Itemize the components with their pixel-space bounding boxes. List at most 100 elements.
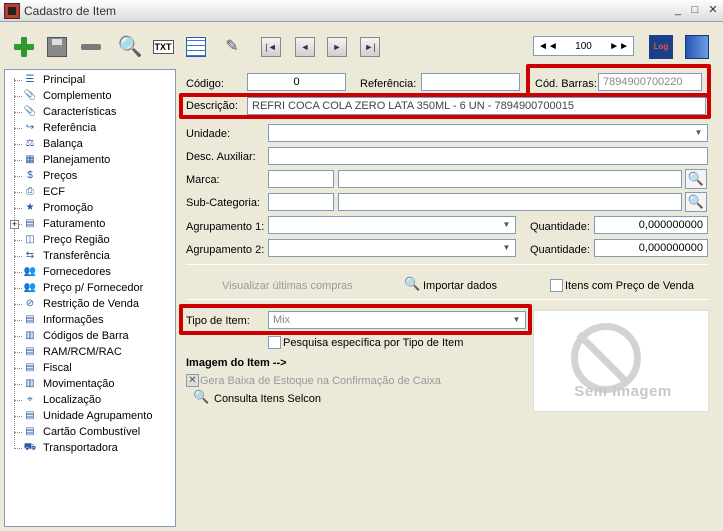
exit-button[interactable]: [684, 34, 710, 60]
tree-item-label: Promoção: [43, 202, 94, 214]
tree-connector: [14, 80, 22, 81]
chevron-down-icon[interactable]: ▼: [691, 126, 706, 140]
tree-connector: [14, 352, 22, 353]
descricao-field[interactable]: REFRI COCA COLA ZERO LATA 350ML - 6 UN -…: [247, 97, 706, 115]
previous-record-button[interactable]: ◄: [292, 34, 318, 60]
consulta-selcon-button[interactable]: Consulta Itens Selcon: [214, 393, 321, 405]
referencia-field[interactable]: [421, 73, 520, 91]
item-image-placeholder[interactable]: Sem Imagem: [533, 310, 709, 412]
chevron-down-icon[interactable]: ▼: [499, 218, 514, 232]
agrupamento2-select[interactable]: ▼: [268, 239, 516, 257]
subcategoria-label: Sub-Categoria:: [186, 197, 260, 209]
tree-connector: [14, 96, 22, 97]
tree-item-label: Cartão Combustível: [43, 426, 141, 438]
chart-icon: ▥: [25, 378, 35, 389]
marca-name-field[interactable]: [338, 170, 682, 188]
tree-item-cart-o-combust-vel[interactable]: ▤ Cartão Combustível: [5, 424, 175, 440]
tree-item-principal[interactable]: ☰ Principal: [5, 72, 175, 88]
tree-item-transportadora[interactable]: ⛟ Transportadora: [5, 440, 175, 456]
tree-connector: [14, 192, 22, 193]
chevron-down-icon[interactable]: ▼: [499, 241, 514, 255]
tree-connector: [14, 320, 22, 321]
tree-connector: [14, 144, 22, 145]
visualizar-compras-link[interactable]: Visualizar últimas compras: [222, 280, 353, 292]
pager-first-icon[interactable]: ◄◄: [538, 41, 558, 52]
tree-item-transfer-ncia[interactable]: ⇆ Transferência: [5, 248, 175, 264]
quantidade2-field[interactable]: 0,000000000: [594, 239, 708, 257]
grid-refresh-button[interactable]: [183, 34, 209, 60]
tree-item-label: Preços: [43, 170, 78, 182]
log-button[interactable]: Log: [648, 34, 674, 60]
desc-auxiliar-field[interactable]: [268, 147, 708, 165]
tipo-item-select[interactable]: Mix ▼: [268, 311, 526, 329]
search-button[interactable]: 🔍: [117, 34, 143, 60]
quantidade1-field[interactable]: 0,000000000: [594, 216, 708, 234]
tree-item-fornecedores[interactable]: 👥 Fornecedores: [5, 264, 175, 280]
gera-baixa-label: Gera Baixa de Estoque na Confirmação de …: [200, 375, 441, 387]
title-bar: Cadastro de Item _ □ ✕: [0, 0, 723, 22]
tree-item-complemento[interactable]: 📎 Complemento: [5, 88, 175, 104]
export-txt-button[interactable]: TXT: [150, 34, 176, 60]
clip-icon: 📎: [23, 90, 37, 101]
edit-button[interactable]: ✎: [219, 34, 245, 60]
tree-item-fiscal[interactable]: ▤ Fiscal: [5, 360, 175, 376]
subcategoria-name-field[interactable]: [338, 193, 682, 211]
magnifier-icon: 🔍: [117, 36, 143, 58]
delete-button[interactable]: [78, 34, 104, 60]
log-icon: Log: [649, 35, 673, 59]
marca-search-button[interactable]: 🔍: [685, 169, 707, 189]
minimize-button[interactable]: _: [669, 3, 687, 19]
unidade-select[interactable]: ▼: [268, 124, 708, 142]
tree-item-movimenta-o[interactable]: ▥ Movimentação: [5, 376, 175, 392]
chevron-down-icon[interactable]: ▼: [509, 313, 524, 327]
tree-item-caracter-sticas[interactable]: 📎 Características: [5, 104, 175, 120]
exit-door-icon: [685, 35, 709, 59]
tree-item-ecf[interactable]: ⎙ ECF: [5, 184, 175, 200]
marca-code-field[interactable]: [268, 170, 334, 188]
tree-item-informa-es[interactable]: ▤ Informações: [5, 312, 175, 328]
expand-icon[interactable]: +: [10, 220, 19, 229]
tree-item-pre-os[interactable]: $ Preços: [5, 168, 175, 184]
tree-item-unidade-agrupamento[interactable]: ▤ Unidade Agrupamento: [5, 408, 175, 424]
tree-item-pre-o-regi-o[interactable]: ◫ Preço Região: [5, 232, 175, 248]
pesquisa-tipo-checkbox[interactable]: [268, 336, 281, 349]
restriction-icon: ⊘: [25, 298, 35, 309]
tree-item-promo-o[interactable]: ★ Promoção: [5, 200, 175, 216]
tree-item-planejamento[interactable]: ▦ Planejamento: [5, 152, 175, 168]
first-record-button[interactable]: |◄: [258, 34, 284, 60]
tree-connector: [14, 336, 22, 337]
close-button[interactable]: ✕: [704, 3, 722, 19]
minus-icon: [81, 44, 101, 50]
gera-baixa-checkbox[interactable]: ✕: [186, 374, 199, 387]
importar-dados-button[interactable]: Importar dados: [423, 280, 497, 292]
tree-item-faturamento[interactable]: + ▤ Faturamento: [5, 216, 175, 232]
referencia-label: Referência:: [360, 78, 417, 90]
tree-item-c-digos-de-barra[interactable]: ▥ Códigos de Barra: [5, 328, 175, 344]
tree-item-ram-rcm-rac[interactable]: ▤ RAM/RCM/RAC: [5, 344, 175, 360]
new-button[interactable]: [11, 34, 37, 60]
next-record-button[interactable]: ►: [324, 34, 350, 60]
doc-icon: ▤: [25, 426, 35, 437]
tree-item-restri-o-de-venda[interactable]: ⊘ Restrição de Venda: [5, 296, 175, 312]
pager-value: 100: [575, 40, 592, 52]
tree-item-balan-a[interactable]: ⚖ Balança: [5, 136, 175, 152]
tree-item-label: Restrição de Venda: [43, 298, 140, 310]
divider: [186, 264, 708, 265]
codigo-field[interactable]: 0: [247, 73, 346, 91]
cod-barras-field[interactable]: 7894900700220: [598, 73, 702, 91]
desc-auxiliar-label: Desc. Auxiliar:: [186, 151, 256, 163]
txt-icon: TXT: [152, 40, 174, 54]
tree-item-refer-ncia[interactable]: ↪ Referência: [5, 120, 175, 136]
tree-item-pre-o-p-fornecedor[interactable]: 👥 Preço p/ Fornecedor: [5, 280, 175, 296]
maximize-button[interactable]: □: [686, 3, 704, 19]
last-record-button[interactable]: ►|: [357, 34, 383, 60]
tree-item-localiza-o[interactable]: ⌖ Localização: [5, 392, 175, 408]
itens-preco-checkbox[interactable]: [550, 279, 563, 292]
agrupamento1-select[interactable]: ▼: [268, 216, 516, 234]
tree-connector: [14, 176, 22, 177]
save-button[interactable]: [44, 34, 70, 60]
record-pager[interactable]: ◄◄ 100 ►►: [533, 36, 634, 56]
subcategoria-code-field[interactable]: [268, 193, 334, 211]
subcategoria-search-button[interactable]: 🔍: [685, 192, 707, 212]
pager-last-icon[interactable]: ►►: [609, 41, 629, 52]
